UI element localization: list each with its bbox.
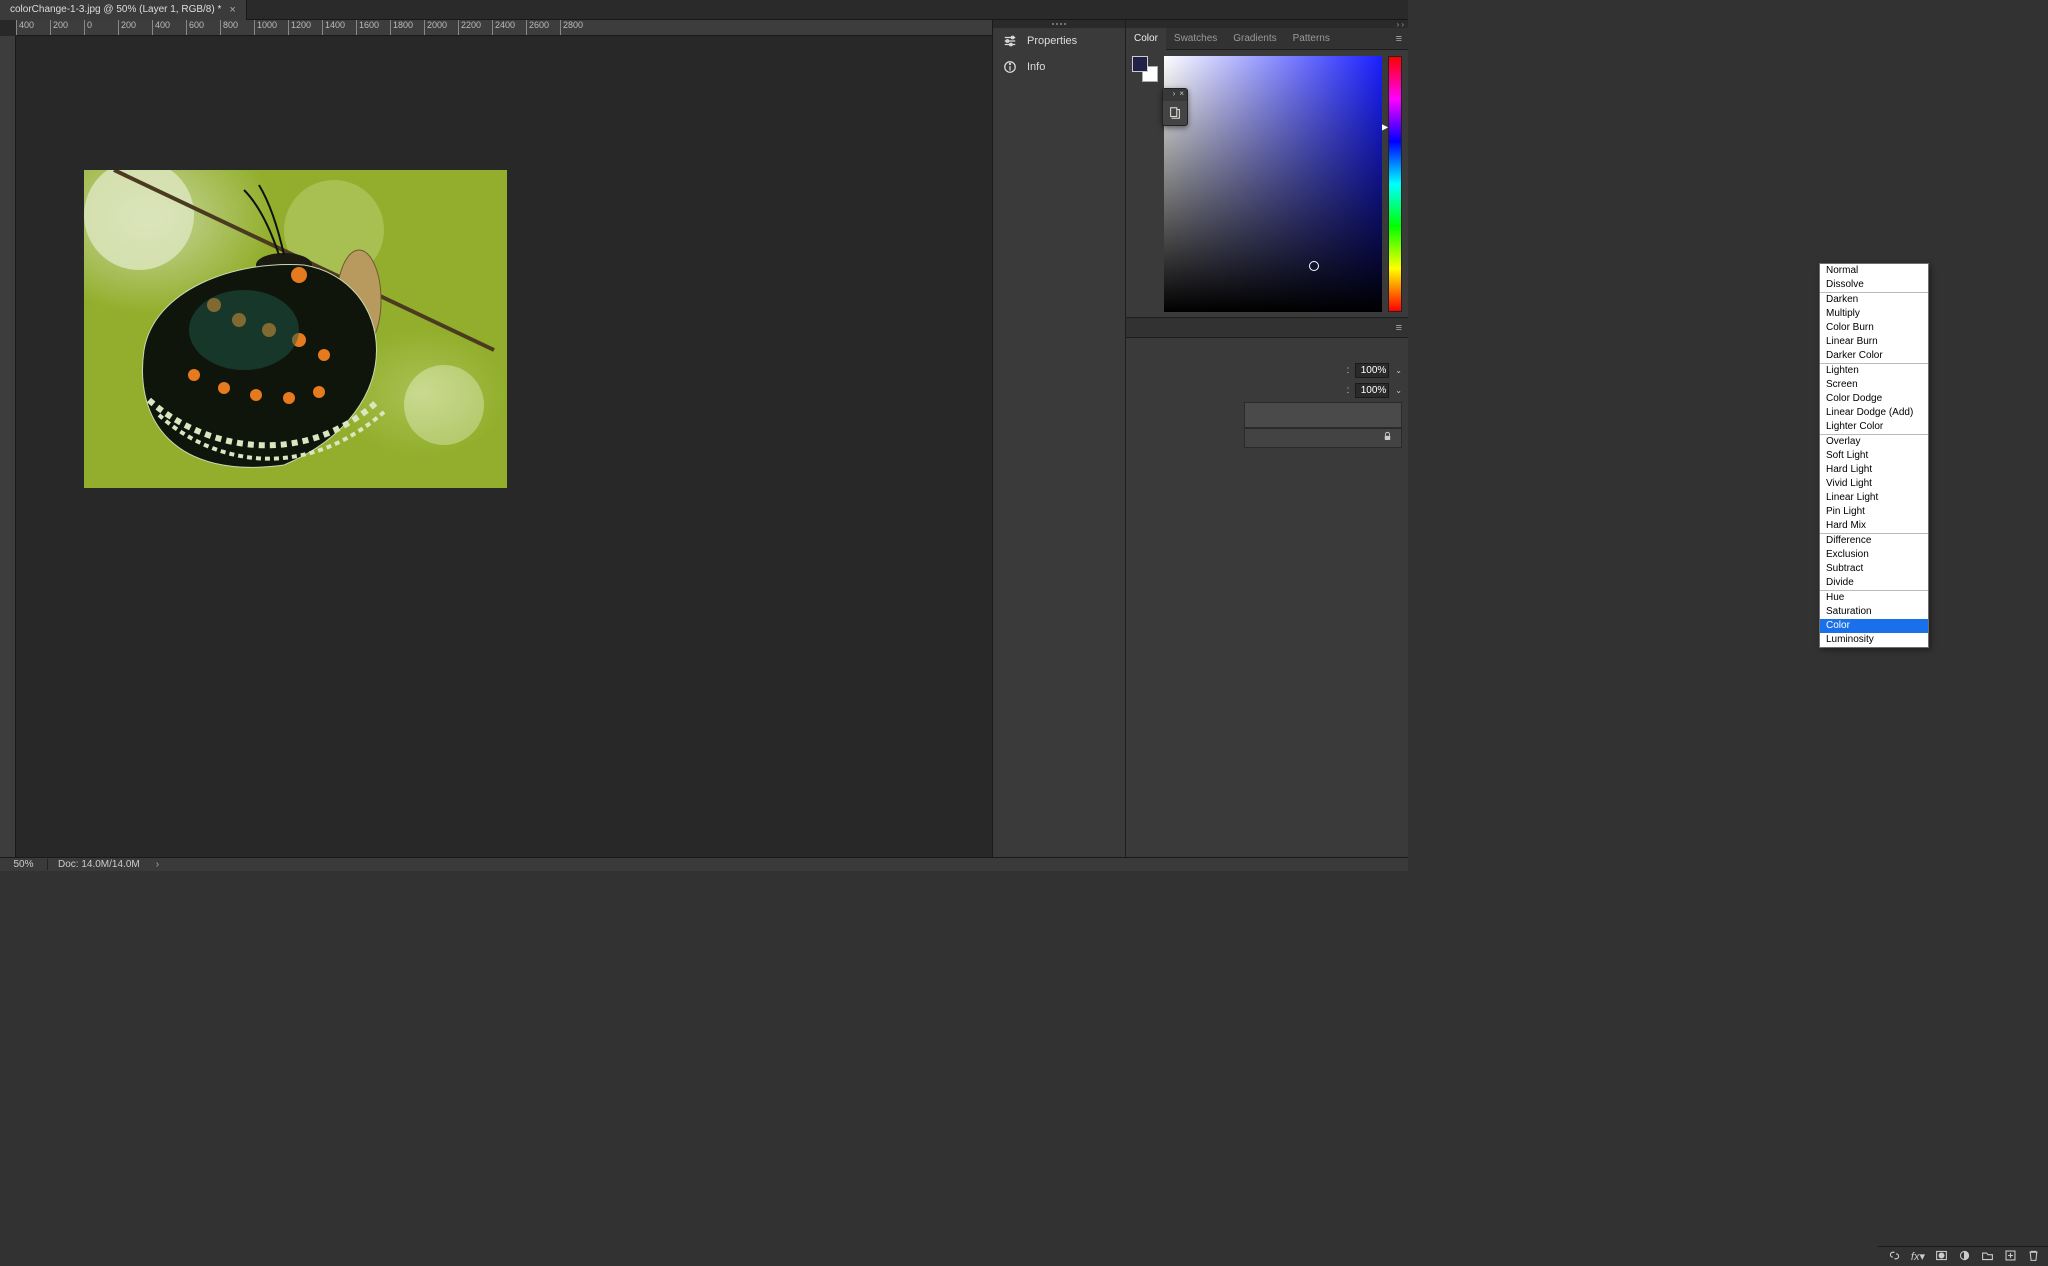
- collapse-icon[interactable]: ›: [1173, 89, 1176, 101]
- layer-row-selected[interactable]: [1244, 402, 1402, 428]
- color-panel-tabs: Color Swatches Gradients Patterns ≡: [1126, 28, 1408, 50]
- sliders-icon: [1003, 34, 1017, 48]
- new-layer-icon[interactable]: [2004, 1249, 2017, 1265]
- foreground-background-swatch[interactable]: [1132, 56, 1158, 82]
- blend-mode-option[interactable]: Linear Burn: [1820, 335, 1928, 349]
- zoom-level[interactable]: 50%: [0, 859, 48, 870]
- blend-mode-option[interactable]: Hard Mix: [1820, 519, 1928, 533]
- ruler-horizontal: 4002000200400600800100012001400160018002…: [16, 20, 992, 36]
- color-picker-cursor[interactable]: [1309, 261, 1319, 271]
- blend-mode-option[interactable]: Luminosity: [1820, 633, 1928, 647]
- document-tab-bar: colorChange-1-3.jpg @ 50% (Layer 1, RGB/…: [0, 0, 1408, 20]
- blend-mode-option[interactable]: Color Burn: [1820, 321, 1928, 335]
- opacity-input[interactable]: [1355, 363, 1389, 378]
- blend-mode-option[interactable]: Color Dodge: [1820, 392, 1928, 406]
- hue-slider[interactable]: ▶: [1388, 56, 1402, 311]
- tab-color[interactable]: Color: [1126, 28, 1166, 50]
- properties-label: Properties: [1027, 35, 1077, 47]
- blend-mode-option[interactable]: Exclusion: [1820, 548, 1928, 562]
- blend-mode-option[interactable]: Dissolve: [1820, 278, 1928, 292]
- chevron-down-icon[interactable]: ⌄: [1395, 366, 1402, 375]
- blend-mode-option[interactable]: Soft Light: [1820, 449, 1928, 463]
- layer-lock-row: [1244, 428, 1402, 448]
- saturation-value-picker[interactable]: [1164, 56, 1382, 312]
- blend-mode-option[interactable]: Darker Color: [1820, 349, 1928, 363]
- delete-layer-icon[interactable]: [2027, 1249, 2040, 1265]
- doc-size-info: Doc: 14.0M/14.0M: [48, 859, 150, 870]
- tab-swatches[interactable]: Swatches: [1166, 28, 1225, 50]
- libraries-icon[interactable]: [1163, 101, 1187, 125]
- blend-mode-option[interactable]: Vivid Light: [1820, 477, 1928, 491]
- document-image[interactable]: [84, 170, 507, 488]
- tab-gradients[interactable]: Gradients: [1225, 28, 1284, 50]
- hue-slider-thumb[interactable]: ▶: [1382, 123, 1388, 132]
- info-icon: [1003, 60, 1017, 74]
- blend-mode-option[interactable]: Darken: [1820, 293, 1928, 307]
- blend-mode-option[interactable]: Lighter Color: [1820, 420, 1928, 434]
- document-tab-title: colorChange-1-3.jpg @ 50% (Layer 1, RGB/…: [10, 4, 221, 15]
- blend-mode-option[interactable]: Normal: [1820, 264, 1928, 278]
- collapsed-panels: Properties Info: [993, 20, 1126, 857]
- blend-mode-option[interactable]: Lighten: [1820, 364, 1928, 378]
- blend-mode-option[interactable]: Linear Dodge (Add): [1820, 406, 1928, 420]
- blend-mode-option[interactable]: Difference: [1820, 534, 1928, 548]
- lock-icon[interactable]: [1382, 431, 1393, 445]
- fx-icon[interactable]: fx▾: [1911, 1250, 1925, 1263]
- blend-mode-option[interactable]: Screen: [1820, 378, 1928, 392]
- floating-tool-dock[interactable]: ›×: [1162, 88, 1188, 126]
- add-mask-icon[interactable]: [1935, 1249, 1948, 1265]
- color-picker-panel: ▶ ›×: [1126, 50, 1408, 318]
- canvas-area[interactable]: 4002000200400600800100012001400160018002…: [0, 20, 992, 857]
- status-more-icon[interactable]: ›: [150, 859, 165, 870]
- layers-footer-icons: fx▾: [1878, 1246, 2048, 1266]
- chevron-down-icon[interactable]: ⌄: [1395, 386, 1402, 395]
- blend-mode-option[interactable]: Divide: [1820, 576, 1928, 590]
- document-tab[interactable]: colorChange-1-3.jpg @ 50% (Layer 1, RGB/…: [0, 0, 247, 20]
- blend-mode-option[interactable]: Hard Light: [1820, 463, 1928, 477]
- adjustment-layer-icon[interactable]: [1958, 1249, 1971, 1265]
- fill-label-end: :: [1347, 385, 1350, 396]
- blend-mode-option[interactable]: Pin Light: [1820, 505, 1928, 519]
- blend-mode-dropdown[interactable]: NormalDissolveDarkenMultiplyColor BurnLi…: [1819, 263, 1929, 648]
- blend-mode-option[interactable]: Color: [1820, 619, 1928, 633]
- info-label: Info: [1027, 61, 1045, 73]
- close-icon[interactable]: ×: [1179, 89, 1184, 101]
- properties-panel-button[interactable]: Properties: [993, 28, 1125, 54]
- status-bar: 50% Doc: 14.0M/14.0M ›: [0, 857, 1408, 871]
- opacity-label-end: :: [1347, 365, 1350, 376]
- foreground-color-swatch[interactable]: [1132, 56, 1148, 72]
- fill-input[interactable]: [1355, 383, 1389, 398]
- tab-patterns[interactable]: Patterns: [1285, 28, 1338, 50]
- blend-mode-option[interactable]: Multiply: [1820, 307, 1928, 321]
- info-panel-button[interactable]: Info: [993, 54, 1125, 80]
- blend-mode-option[interactable]: Saturation: [1820, 605, 1928, 619]
- blend-mode-option[interactable]: Linear Light: [1820, 491, 1928, 505]
- ruler-vertical: [0, 36, 16, 857]
- blend-mode-option[interactable]: Overlay: [1820, 435, 1928, 449]
- close-tab-icon[interactable]: ×: [229, 4, 235, 16]
- panel-menu-icon[interactable]: ≡: [1390, 33, 1408, 45]
- blend-mode-option[interactable]: Subtract: [1820, 562, 1928, 576]
- new-group-icon[interactable]: [1981, 1249, 1994, 1265]
- blend-mode-option[interactable]: Hue: [1820, 591, 1928, 605]
- link-layers-icon[interactable]: [1888, 1249, 1901, 1265]
- layers-panel-menu-icon[interactable]: ≡: [1390, 322, 1408, 334]
